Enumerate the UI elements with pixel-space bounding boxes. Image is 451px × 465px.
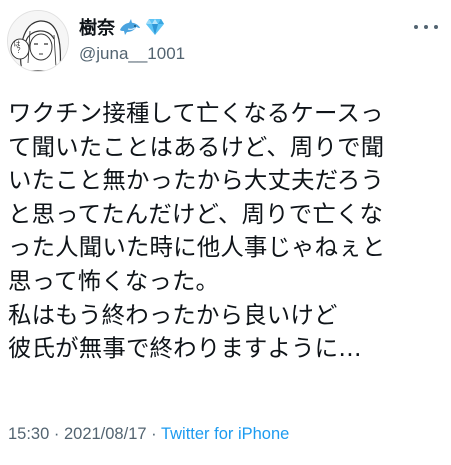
author-name-row: 樹奈 <box>79 14 167 40</box>
meta-separator: · <box>49 425 64 443</box>
more-dot <box>424 25 428 29</box>
avatar-speech-text: は？ <box>13 40 21 54</box>
avatar[interactable]: は？ <box>7 10 69 72</box>
dolphin-icon <box>119 18 141 36</box>
tweet-text-line: ワクチン接種して亡くなるケースっ <box>8 99 384 127</box>
tweet-text-line: いたこと無かったから大丈夫だろう <box>8 166 385 195</box>
tweet-time[interactable]: 15:30 <box>8 425 49 443</box>
more-dot <box>434 25 438 29</box>
tweet-text-line: と思ってたんだけど、周りで亡くな <box>8 199 384 228</box>
tweet-text-line: った人聞いた時に他人事じゃねぇと <box>8 233 386 262</box>
tweet-text-line: 私はもう終わったから良いけど <box>8 300 338 329</box>
gem-icon <box>145 18 167 36</box>
tweet-text: ワクチン接種して亡くなるケースっ て聞いたことはあるけど、周りで聞 いたこと無か… <box>8 97 444 366</box>
tweet-meta: 15:30 · 2021/08/17 · Twitter for iPhone <box>8 425 289 444</box>
meta-separator: · <box>146 425 161 443</box>
tweet-date[interactable]: 2021/08/17 <box>64 425 147 443</box>
tweet-source-link[interactable]: Twitter for iPhone <box>161 425 289 443</box>
tweet-card: は？ 樹奈 @juna__1001 ワクチン接種して亡くなるケースっ て聞いたこ… <box>0 0 451 465</box>
author-handle[interactable]: @juna__1001 <box>79 44 185 64</box>
more-options-icon[interactable] <box>414 20 438 34</box>
tweet-text-line: て聞いたことはあるけど、周りで聞 <box>8 132 385 161</box>
display-name[interactable]: 樹奈 <box>79 14 115 40</box>
tweet-text-line: 彼氏が無事で終わりますように… <box>8 334 362 363</box>
more-dot <box>414 25 418 29</box>
tweet-text-line: 思って怖くなった。 <box>8 266 220 295</box>
